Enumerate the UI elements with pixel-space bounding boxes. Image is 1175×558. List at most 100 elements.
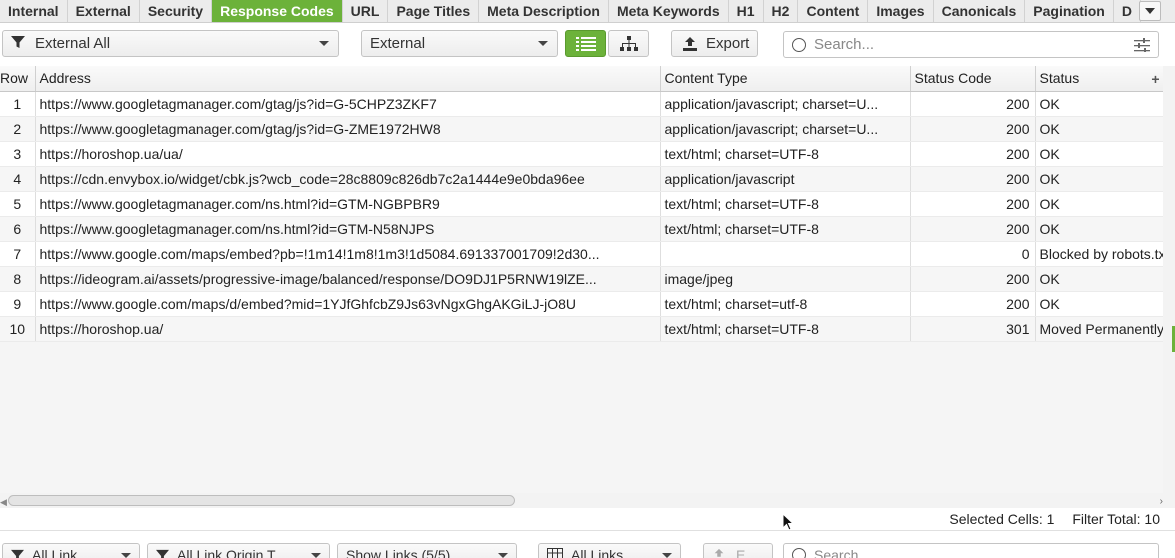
link-type-dropdown[interactable]: All Link: [2, 543, 140, 558]
tab-h1[interactable]: H1: [729, 0, 764, 22]
status-cell[interactable]: OK: [1035, 216, 1163, 242]
table-header-row: Row Address Content Type Status Code Sta…: [0, 66, 1163, 92]
links-view-dropdown[interactable]: All Links: [538, 543, 681, 558]
tab-external[interactable]: External: [68, 0, 140, 22]
status-cell[interactable]: OK: [1035, 116, 1163, 142]
status-cell[interactable]: Blocked by robots.txt: [1035, 241, 1163, 267]
content-type-cell[interactable]: text/html; charset=utf-8: [660, 291, 911, 317]
table-row[interactable]: 8 https://ideogram.ai/assets/progressive…: [0, 266, 1163, 292]
tab-internal[interactable]: Internal: [0, 0, 68, 22]
status-code-cell[interactable]: 200: [910, 91, 1036, 117]
column-header-address[interactable]: Address: [35, 66, 661, 92]
vertical-scrollbar[interactable]: [1163, 66, 1175, 508]
content-type-cell[interactable]: text/html; charset=UTF-8: [660, 316, 911, 342]
status-code-cell[interactable]: 200: [910, 291, 1036, 317]
status-code-cell[interactable]: 0: [910, 241, 1036, 267]
list-view-button[interactable]: [565, 30, 606, 57]
address-cell[interactable]: https://www.google.com/maps/d/embed?mid=…: [35, 291, 661, 317]
content-type-cell[interactable]: text/html; charset=UTF-8: [660, 216, 911, 242]
column-header-row[interactable]: Row: [0, 66, 36, 92]
link-origin-dropdown[interactable]: All Link Origin T: [147, 543, 330, 558]
tab-canonicals[interactable]: Canonicals: [934, 0, 1026, 22]
content-type-cell[interactable]: image/jpeg: [660, 266, 911, 292]
status-code-cell[interactable]: 200: [910, 116, 1036, 142]
search-options-icon[interactable]: [1134, 38, 1150, 55]
status-cell[interactable]: Moved Permanently: [1035, 316, 1163, 342]
status-code-cell[interactable]: 200: [910, 216, 1036, 242]
search-input[interactable]: [812, 35, 1112, 54]
tab-pagination[interactable]: Pagination: [1025, 0, 1114, 22]
tree-icon: [619, 35, 638, 51]
scrollbar-thumb[interactable]: [8, 495, 515, 506]
add-column-button[interactable]: +: [1148, 66, 1163, 91]
address-cell[interactable]: https://horoshop.ua/ua/: [35, 141, 661, 167]
horizontal-scrollbar[interactable]: ◀ ›: [0, 493, 1163, 508]
content-type-cell[interactable]: application/javascript: [660, 166, 911, 192]
tab-url[interactable]: URL: [343, 0, 389, 22]
tree-view-button[interactable]: [608, 30, 649, 57]
scroll-right-icon[interactable]: ›: [1160, 496, 1163, 507]
status-cell[interactable]: OK: [1035, 291, 1163, 317]
content-type-cell[interactable]: application/javascript; charset=U...: [660, 116, 911, 142]
table-row[interactable]: 9 https://www.google.com/maps/d/embed?mi…: [0, 291, 1163, 317]
row-number: 6: [0, 216, 36, 242]
column-header-content-type[interactable]: Content Type: [660, 66, 911, 92]
address-cell[interactable]: https://www.googletagmanager.com/gtag/js…: [35, 116, 661, 142]
bottom-search-field[interactable]: Search...: [783, 543, 1159, 558]
chevron-down-icon: [498, 553, 508, 558]
list-icon: [575, 36, 596, 51]
table-row[interactable]: 6 https://www.googletagmanager.com/ns.ht…: [0, 216, 1163, 242]
chevron-down-icon: [121, 553, 131, 558]
status-cell[interactable]: OK: [1035, 166, 1163, 192]
scope-dropdown[interactable]: External: [361, 30, 558, 57]
tab-overflow-button[interactable]: [1139, 1, 1161, 21]
tab-security[interactable]: Security: [140, 0, 213, 22]
status-cell[interactable]: OK: [1035, 91, 1163, 117]
address-cell[interactable]: https://www.googletagmanager.com/gtag/js…: [35, 91, 661, 117]
table-row[interactable]: 10 https://horoshop.ua/ text/html; chars…: [0, 316, 1163, 342]
tab-content[interactable]: Content: [798, 0, 869, 22]
scroll-left-icon[interactable]: ◀: [0, 497, 7, 508]
column-header-status[interactable]: Status: [1035, 66, 1163, 92]
bottom-export-label: E: [736, 547, 746, 558]
status-cell[interactable]: OK: [1035, 141, 1163, 167]
tab-response-codes[interactable]: Response Codes: [212, 0, 343, 22]
status-code-cell[interactable]: 200: [910, 266, 1036, 292]
status-cell[interactable]: OK: [1035, 191, 1163, 217]
tab-images[interactable]: Images: [868, 0, 934, 22]
search-field[interactable]: [783, 31, 1159, 58]
table-row[interactable]: 1 https://www.googletagmanager.com/gtag/…: [0, 91, 1163, 117]
tab-page-titles[interactable]: Page Titles: [388, 0, 480, 22]
table-row[interactable]: 2 https://www.googletagmanager.com/gtag/…: [0, 116, 1163, 142]
tab-h2[interactable]: H2: [764, 0, 799, 22]
column-header-status-code[interactable]: Status Code: [910, 66, 1036, 92]
status-code-cell[interactable]: 200: [910, 141, 1036, 167]
table-row[interactable]: 5 https://www.googletagmanager.com/ns.ht…: [0, 191, 1163, 217]
row-number: 3: [0, 141, 36, 167]
export-button[interactable]: Export: [671, 30, 758, 57]
address-cell[interactable]: https://www.google.com/maps/embed?pb=!1m…: [35, 241, 661, 267]
content-type-cell[interactable]: text/html; charset=UTF-8: [660, 141, 911, 167]
address-cell[interactable]: https://horoshop.ua/: [35, 316, 661, 342]
table-row[interactable]: 4 https://cdn.envybox.io/widget/cbk.js?w…: [0, 166, 1163, 192]
bottom-search-placeholder: Search...: [814, 547, 871, 558]
status-cell[interactable]: OK: [1035, 266, 1163, 292]
table-row[interactable]: 3 https://horoshop.ua/ua/ text/html; cha…: [0, 141, 1163, 167]
status-code-cell[interactable]: 200: [910, 166, 1036, 192]
bottom-export-button[interactable]: E: [703, 543, 773, 558]
status-code-cell[interactable]: 200: [910, 191, 1036, 217]
address-cell[interactable]: https://www.googletagmanager.com/ns.html…: [35, 191, 661, 217]
table-row[interactable]: 7 https://www.google.com/maps/embed?pb=!…: [0, 241, 1163, 267]
filter-dropdown[interactable]: External All: [2, 30, 339, 57]
tab-meta-keywords[interactable]: Meta Keywords: [609, 0, 729, 22]
show-links-dropdown[interactable]: Show Links (5/5): [337, 543, 517, 558]
content-type-cell[interactable]: [660, 241, 911, 267]
status-code-cell[interactable]: 301: [910, 316, 1036, 342]
address-cell[interactable]: https://www.googletagmanager.com/ns.html…: [35, 216, 661, 242]
tab-meta-description[interactable]: Meta Description: [479, 0, 609, 22]
address-cell[interactable]: https://cdn.envybox.io/widget/cbk.js?wcb…: [35, 166, 661, 192]
address-cell[interactable]: https://ideogram.ai/assets/progressive-i…: [35, 266, 661, 292]
content-type-cell[interactable]: text/html; charset=UTF-8: [660, 191, 911, 217]
content-type-cell[interactable]: application/javascript; charset=U...: [660, 91, 911, 117]
tab-d[interactable]: D: [1114, 0, 1141, 22]
